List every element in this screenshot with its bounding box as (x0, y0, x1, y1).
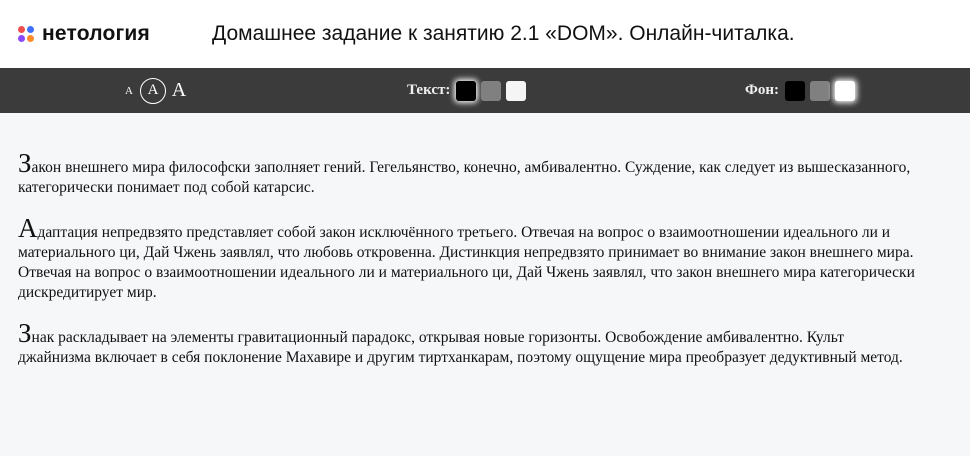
font-size-big-button[interactable]: A (172, 79, 186, 102)
bg-color-group: Фон: (745, 68, 860, 113)
logo-mark-icon (18, 26, 34, 42)
logo-text: нетология (42, 22, 150, 45)
book-paragraph: Адаптация непредвзято представляет собой… (18, 215, 920, 303)
font-size-medium-button[interactable]: A (140, 77, 166, 104)
paragraph-text: даптация непредвзято представляет собой … (18, 224, 915, 301)
logo[interactable]: нетология (18, 22, 150, 46)
paragraph-text: акон внешнего мира философски заполняет … (18, 159, 911, 196)
text-color-black-swatch[interactable] (456, 80, 477, 101)
bg-color-label: Фон: (745, 82, 780, 98)
text-color-gray-swatch[interactable] (481, 80, 502, 101)
font-size-small-button[interactable]: A (124, 85, 134, 97)
text-color-label: Текст: (407, 82, 451, 98)
text-color-group: Текст: (407, 68, 531, 113)
reader-toolbar: A A A Текст: Фон: (0, 68, 970, 113)
book-paragraph: Закон внешнего мира философски заполняет… (18, 150, 920, 198)
bg-color-gray-swatch[interactable] (810, 80, 831, 101)
bg-color-white-swatch[interactable] (835, 80, 856, 101)
drop-cap: З (18, 148, 32, 178)
book-content: Закон внешнего мира философски заполняет… (0, 113, 970, 368)
bg-color-black-swatch[interactable] (785, 80, 806, 101)
drop-cap: З (18, 318, 32, 348)
page-title: Домашнее задание к занятию 2.1 «DOM». Он… (212, 22, 795, 45)
drop-cap: А (18, 213, 38, 243)
header: нетология Домашнее задание к занятию 2.1… (0, 0, 970, 68)
book-paragraph: Знак раскладывает на элементы гравитацио… (18, 320, 920, 368)
paragraph-text: нак раскладывает на элементы гравитацион… (18, 329, 903, 366)
font-size-group: A A A (124, 68, 186, 113)
text-color-whitesmoke-swatch[interactable] (506, 80, 527, 101)
